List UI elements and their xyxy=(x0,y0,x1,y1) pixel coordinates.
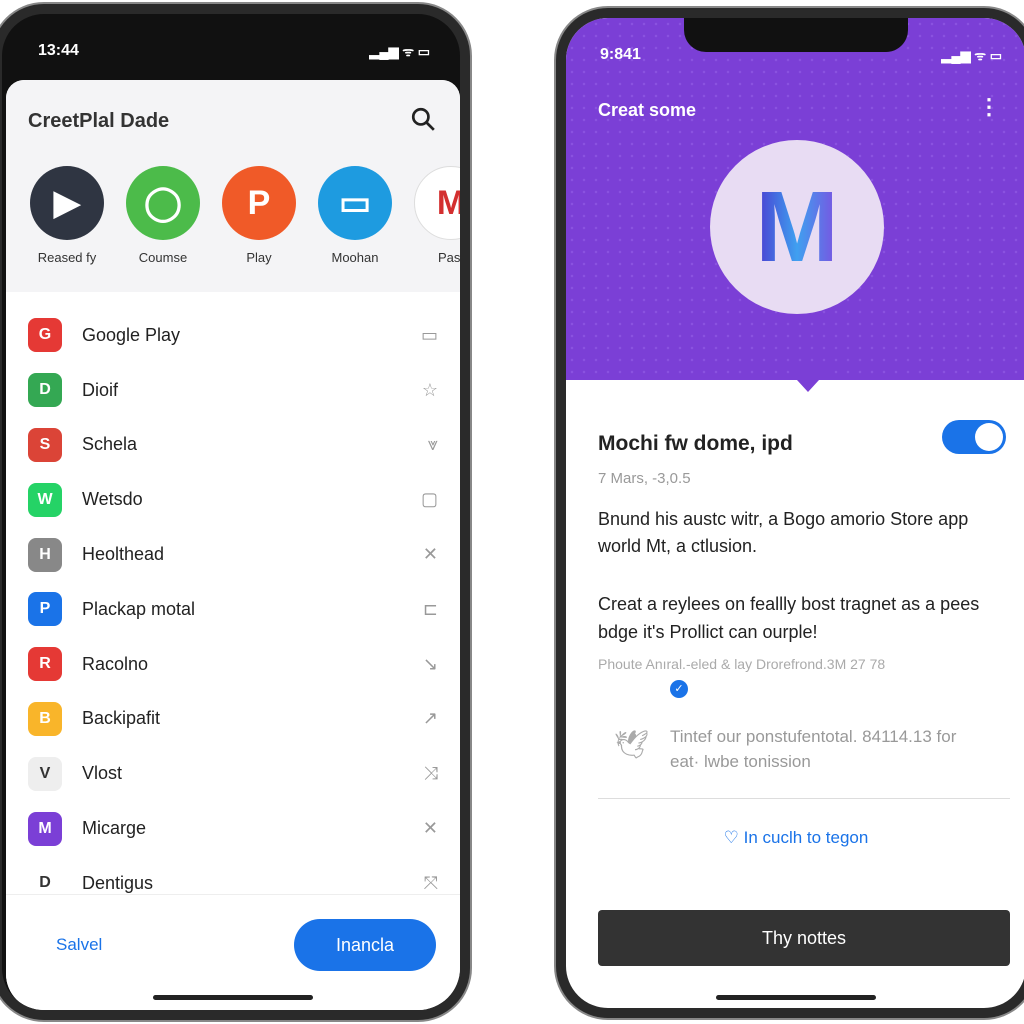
list-item[interactable]: D Dioif ☆ xyxy=(6,363,460,418)
app-icon: D xyxy=(28,373,62,408)
item-action-icon[interactable]: ⊏ xyxy=(423,599,438,620)
logo-letter: M xyxy=(755,170,839,283)
item-action-icon[interactable]: ⤧ xyxy=(424,873,438,894)
share-app[interactable]: ◯ Coumse xyxy=(126,166,200,265)
heart-icon: ♡ xyxy=(723,828,744,847)
status-time: 9:841 xyxy=(600,46,641,63)
list-item-label: Dioif xyxy=(82,379,119,400)
app-icon: S xyxy=(28,427,62,462)
pinterest-icon: P xyxy=(222,166,296,240)
paragraph-1: Bnund his austc witr, a Bogo amorio Stor… xyxy=(598,509,969,556)
share-app-label: Play xyxy=(246,250,272,265)
list-item[interactable]: V Vlost ⤨ xyxy=(6,746,460,801)
list-item[interactable]: H Heolthead ✕ xyxy=(6,527,460,582)
share-app-label: Past xyxy=(437,250,460,265)
m-logo-icon: M xyxy=(414,166,460,240)
purple-header: 9:841 ▂▄▆ ᯤ ▭ Creat some ⋮ M xyxy=(566,18,1024,380)
list-item[interactable]: S Schela ⩔ xyxy=(6,418,460,473)
notch xyxy=(684,18,908,52)
status-icons: ▂▄▆ ᯤ ▭ xyxy=(941,48,1002,63)
app-icon: W xyxy=(28,482,62,517)
item-action-icon[interactable]: ☆ xyxy=(422,380,438,401)
header-title: Creat some xyxy=(598,100,697,120)
status-icons: ▂▄▆ ᯤ ▭ xyxy=(369,44,430,59)
app-icon: H xyxy=(28,537,62,572)
status-time: 13:44 xyxy=(38,42,79,59)
paragraph-2: Creat a reylees on feallly bost tragnet … xyxy=(598,594,980,642)
app-icon: M xyxy=(28,811,62,846)
list-item-label: Vlost xyxy=(82,763,123,784)
item-action-icon[interactable]: ▭ xyxy=(421,325,438,346)
cancel-button[interactable]: Salvel xyxy=(56,935,102,955)
share-app-label: Reased fy xyxy=(37,250,97,265)
list-item-label: Backipafit xyxy=(82,708,161,729)
list-item-label: Wetsdo xyxy=(82,489,143,510)
list-item[interactable]: G Google Play ▭ xyxy=(6,308,460,363)
search-icon[interactable] xyxy=(410,106,436,132)
list-item[interactable]: M Micarge ✕ xyxy=(6,801,460,856)
share-app[interactable]: P Play xyxy=(222,166,296,265)
list-item-label: Dentigus xyxy=(82,872,154,893)
play-store-icon: ▶ xyxy=(30,166,104,240)
app-icon: B xyxy=(28,701,62,736)
list-item-label: Racolno xyxy=(82,653,149,674)
app-icon: R xyxy=(28,647,62,682)
header-pointer xyxy=(786,368,830,392)
item-action-icon[interactable]: ✕ xyxy=(423,818,438,839)
list-item-label: Google Play xyxy=(82,324,181,345)
list-item-label: Plackap motal xyxy=(82,598,196,619)
divider xyxy=(598,798,1010,799)
app-icon: P xyxy=(28,592,62,627)
card-title: Mochi fw dome, ipd xyxy=(598,432,793,455)
item-action-icon[interactable]: ⤨ xyxy=(424,763,438,784)
follow-link-label: In cuclh to tegon xyxy=(743,828,869,847)
list-item-label: Schela xyxy=(82,434,138,455)
item-action-icon[interactable]: ▢ xyxy=(421,489,438,510)
home-indicator xyxy=(153,995,313,1000)
app-logo: M xyxy=(710,140,884,314)
app-icon: G xyxy=(28,318,62,353)
list-item[interactable]: R Racolno ↘ xyxy=(6,637,460,692)
bird-icon: 🕊 xyxy=(614,729,650,760)
more-menu-icon[interactable]: ⋮ xyxy=(978,94,1000,120)
share-app[interactable]: ▶ Reased fy xyxy=(30,166,104,265)
app-icon: V xyxy=(28,756,62,791)
share-app[interactable]: M Past xyxy=(414,166,460,265)
verified-icon: ✓ xyxy=(670,680,688,698)
list-item[interactable]: B Backipafit ↗ xyxy=(6,692,460,747)
toggle-switch[interactable] xyxy=(942,420,1006,454)
list-item[interactable]: P Plackap motal ⊏ xyxy=(6,582,460,637)
share-sheet: CreetPlal Dade ▶ Reased fy ◯ Coumse P Play ▭ Mo… xyxy=(6,80,460,1010)
confirm-button[interactable]: Inancla xyxy=(294,919,436,971)
share-app[interactable]: ▭ Moohan xyxy=(318,166,392,265)
home-indicator xyxy=(716,995,876,1000)
chat-bubble-icon: ◯ xyxy=(126,166,200,240)
item-action-icon[interactable]: ↗ xyxy=(423,708,438,729)
share-app-label: Coumse xyxy=(138,250,188,265)
item-action-icon[interactable]: ↘ xyxy=(423,654,438,675)
list-item-label: Heolthead xyxy=(82,544,165,565)
screen-icon: ▭ xyxy=(318,166,392,240)
item-action-icon[interactable]: ✕ xyxy=(423,544,438,565)
list-item[interactable]: W Wetsdo ▢ xyxy=(6,472,460,527)
share-app-label: Moohan xyxy=(331,250,379,265)
sheet-title: CreetPlal Dade xyxy=(28,110,170,132)
date: 7 Mars, -3,0.5 xyxy=(598,470,691,487)
item-action-icon[interactable]: ⩔ xyxy=(428,434,438,455)
follow-link[interactable]: ♡ In cuclh to tegon xyxy=(566,828,1024,848)
meta-text: Phoute Anıral.-eled & lay Drorefrond.3M … xyxy=(598,656,886,672)
list-item-label: Micarge xyxy=(82,818,147,839)
primary-button[interactable]: Thy nottes xyxy=(598,910,1010,966)
tweet-text: Tintef our ponstufentotal. 84114.13 for … xyxy=(670,727,957,771)
left-phone: 13:44 ▂▄▆ ᯤ ▭ CreetPlal Dade ▶ Reased fy ◯… xyxy=(0,4,470,1020)
right-phone: 9:841 ▂▄▆ ᯤ ▭ Creat some ⋮ M Mochi fw do… xyxy=(556,8,1024,1018)
